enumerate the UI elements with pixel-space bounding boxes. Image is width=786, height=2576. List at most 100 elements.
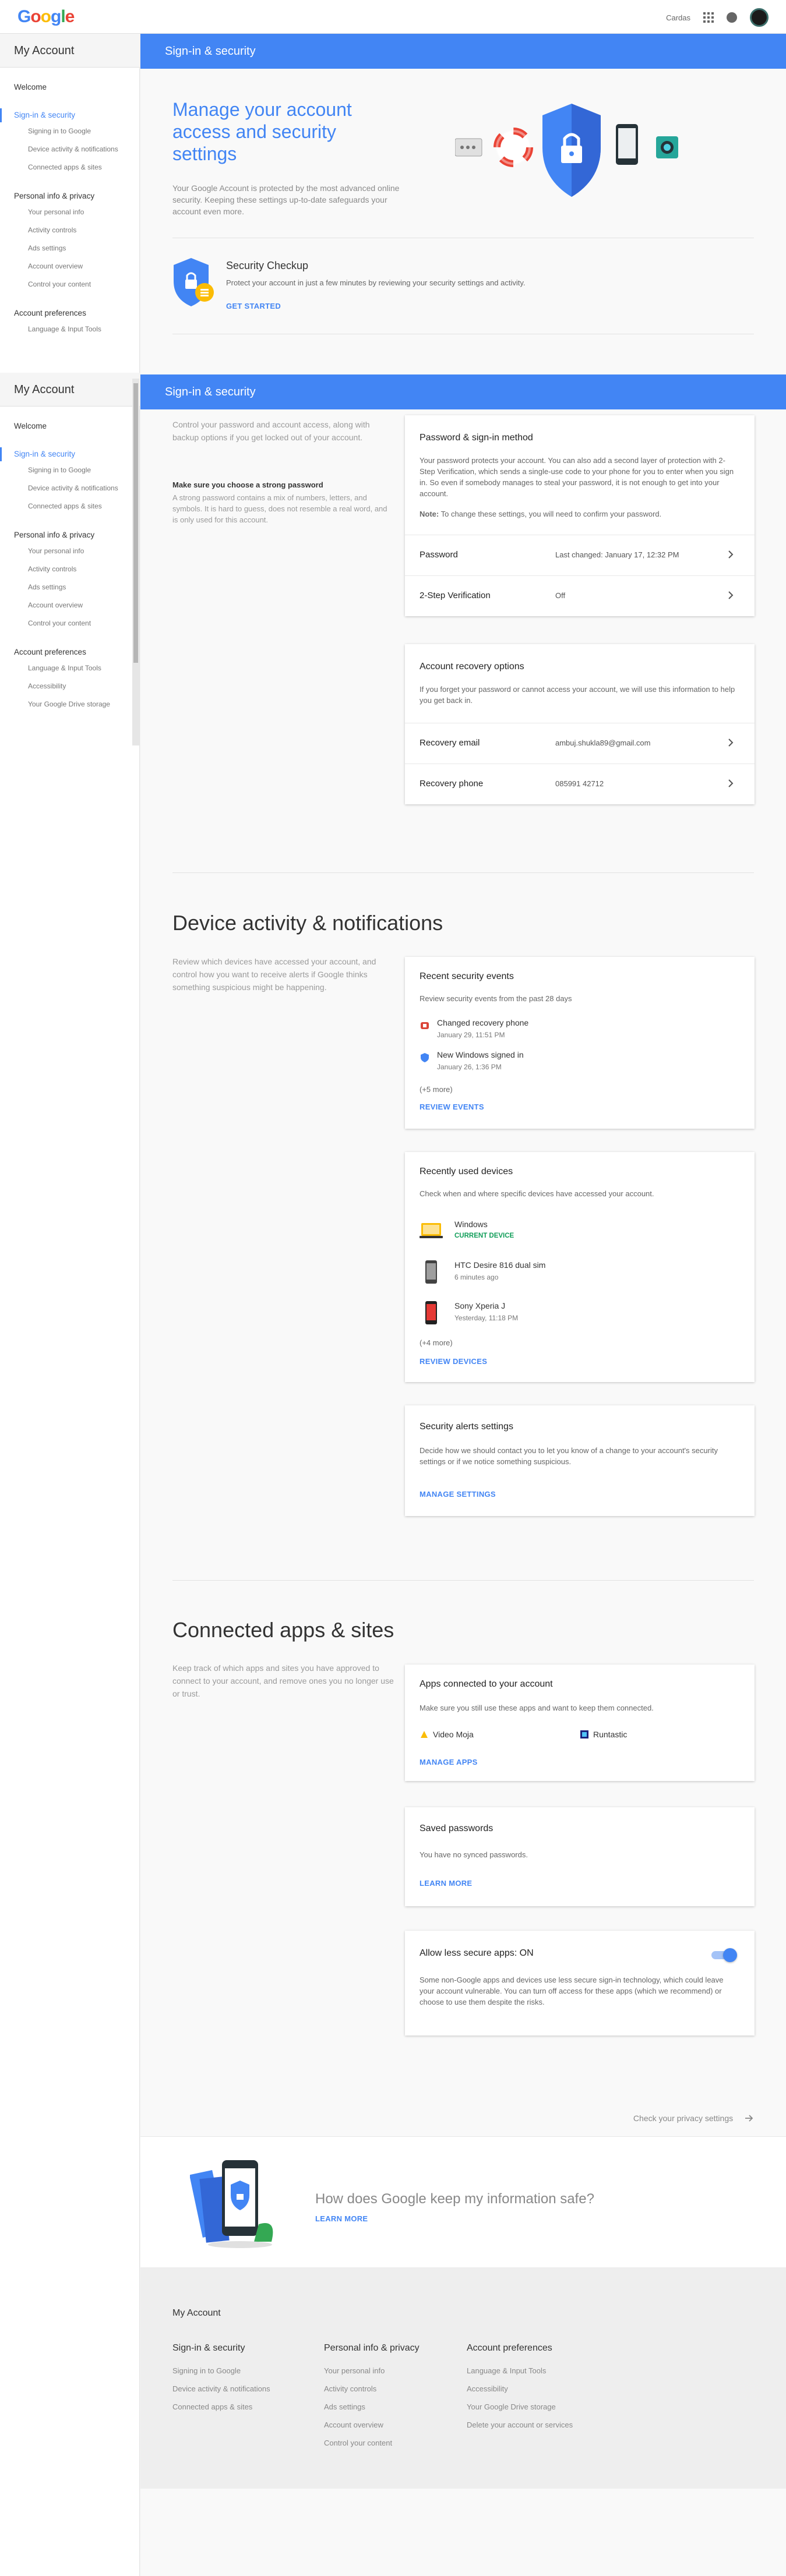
event-title: New Windows signed in	[437, 1050, 524, 1059]
sidebar-item-device-activity[interactable]: Device activity & notifications	[0, 479, 140, 497]
connected-apps-title: Connected apps & sites	[172, 1618, 394, 1642]
divider	[172, 1580, 754, 1581]
sidebar-item-drive-storage[interactable]: Your Google Drive storage	[0, 695, 140, 713]
top-bar: Google Cardas	[0, 0, 786, 34]
row-value: 085991 42712	[555, 779, 604, 788]
sidebar-item-language[interactable]: Language & Input Tools	[0, 320, 140, 338]
security-event[interactable]: New Windows signed in January 26, 1:36 P…	[420, 1050, 711, 1079]
device-item[interactable]: Windows CURRENT DEVICE	[420, 1217, 711, 1252]
footer-link[interactable]: Your Google Drive storage	[467, 2398, 601, 2416]
footer-link[interactable]: Ads settings	[324, 2398, 458, 2416]
sidebar-item-account-preferences[interactable]: Account preferences	[0, 645, 140, 659]
avatar[interactable]	[750, 8, 769, 27]
sidebar-item-signin-security[interactable]: Sign-in & security	[0, 447, 140, 461]
device-item[interactable]: HTC Desire 816 dual sim 6 minutes ago	[420, 1258, 711, 1293]
card-title: Allow less secure apps: ON	[420, 1948, 534, 1958]
card-title: Recently used devices	[420, 1167, 513, 1176]
info-safe-learn-more[interactable]: LEARN MORE	[315, 2214, 368, 2223]
checkup-title: Security Checkup	[226, 260, 309, 271]
footer-link[interactable]: Language & Input Tools	[467, 2362, 601, 2380]
recent-devices-card: Recently used devices Check when and whe…	[405, 1152, 755, 1382]
shield-event-icon	[421, 1053, 429, 1062]
row-label: Recovery phone	[420, 779, 484, 789]
sidebar-scrollbar[interactable]	[132, 379, 139, 745]
sidebar-item-control-content[interactable]: Control your content	[0, 275, 140, 294]
review-devices-link[interactable]: REVIEW DEVICES	[420, 1357, 487, 1366]
strong-password-text: A strong password contains a mix of numb…	[172, 493, 387, 524]
sidebar-item-personal-info[interactable]: Personal info & privacy	[0, 528, 140, 542]
notifications-icon[interactable]	[727, 12, 737, 23]
sidebar-item-connected-apps[interactable]: Connected apps & sites	[0, 158, 140, 176]
sidebar-nav-top: My Account Welcome Sign-in & security Si…	[0, 34, 140, 338]
footer-link[interactable]: Accessibility	[467, 2380, 601, 2398]
sidebar-item-activity-controls[interactable]: Activity controls	[0, 221, 140, 239]
sidebar-item-activity-controls[interactable]: Activity controls	[0, 560, 140, 578]
security-events-card: Recent security events Review security e…	[405, 957, 755, 1129]
footer-heading[interactable]: Account preferences	[467, 2343, 601, 2354]
signin-intro: Control your password and account access…	[172, 420, 370, 442]
sidebar-item-account-overview[interactable]: Account overview	[0, 257, 140, 275]
footer-link[interactable]: Account overview	[324, 2416, 458, 2434]
sidebar-item-welcome[interactable]: Welcome	[0, 419, 140, 433]
footer-link[interactable]: Device activity & notifications	[172, 2380, 306, 2398]
footer-heading[interactable]: Sign-in & security	[172, 2343, 306, 2354]
sidebar-item-control-content[interactable]: Control your content	[0, 614, 140, 632]
card-text: Review security events from the past 28 …	[420, 994, 572, 1003]
divider	[172, 872, 754, 873]
sidebar-item-device-activity[interactable]: Device activity & notifications	[0, 140, 140, 158]
connected-app[interactable]: Runtastic	[593, 1730, 627, 1739]
sidebar-item-welcome[interactable]: Welcome	[0, 80, 140, 94]
footer-link[interactable]: Your personal info	[324, 2362, 458, 2380]
device-activity-title: Device activity & notifications	[172, 911, 443, 935]
device-item[interactable]: Sony Xperia J Yesterday, 11:18 PM	[420, 1299, 711, 1334]
row-value: Last changed: January 17, 12:32 PM	[555, 550, 679, 559]
password-row[interactable]: Password Last changed: January 17, 12:32…	[405, 535, 755, 575]
sidebar-item-ads-settings[interactable]: Ads settings	[0, 239, 140, 257]
sidebar-item-connected-apps[interactable]: Connected apps & sites	[0, 497, 140, 515]
phone-security-illustration	[190, 2160, 273, 2248]
connected-app[interactable]: Video Moja	[433, 1730, 474, 1739]
device-name: HTC Desire 816 dual sim	[454, 1260, 546, 1270]
sidebar-item-signing-in[interactable]: Signing in to Google	[0, 461, 140, 479]
less-secure-apps-toggle[interactable]	[711, 1948, 737, 1962]
get-started-link[interactable]: GET STARTED	[226, 302, 281, 310]
account-name-link[interactable]: Cardas	[666, 13, 690, 22]
two-step-row[interactable]: 2-Step Verification Off	[405, 575, 755, 616]
sidebar-item-accessibility[interactable]: Accessibility	[0, 677, 140, 695]
sidebar-item-account-overview[interactable]: Account overview	[0, 596, 140, 614]
note-text: To change these settings, you will need …	[439, 510, 662, 518]
note-label: Note:	[420, 510, 439, 518]
runtastic-icon	[580, 1730, 588, 1738]
event-title: Changed recovery phone	[437, 1018, 529, 1027]
apps-grid-icon[interactable]	[703, 12, 714, 23]
sidebar-item-ads-settings[interactable]: Ads settings	[0, 578, 140, 596]
event-time: January 26, 1:36 PM	[437, 1063, 502, 1071]
footer-link[interactable]: Signing in to Google	[172, 2362, 306, 2380]
review-events-link[interactable]: REVIEW EVENTS	[420, 1103, 484, 1111]
sidebar-item-personal-info[interactable]: Personal info & privacy	[0, 189, 140, 203]
sidebar-item-your-personal-info[interactable]: Your personal info	[0, 542, 140, 560]
manage-settings-link[interactable]: MANAGE SETTINGS	[420, 1490, 496, 1499]
footer-link[interactable]: Activity controls	[324, 2380, 458, 2398]
recovery-email-row[interactable]: Recovery email ambuj.shukla89@gmail.com	[405, 723, 755, 764]
chevron-right-icon	[728, 738, 734, 747]
footer-link[interactable]: Control your content	[324, 2434, 458, 2452]
phone-event-icon	[421, 1022, 429, 1029]
footer-link[interactable]: Connected apps & sites	[172, 2398, 306, 2416]
sidebar-title: My Account	[0, 34, 140, 68]
footer-heading[interactable]: Personal info & privacy	[324, 2343, 458, 2354]
footer-link[interactable]: Delete your account or services	[467, 2416, 601, 2434]
manage-apps-link[interactable]: MANAGE APPS	[420, 1758, 478, 1766]
sidebar-item-account-preferences[interactable]: Account preferences	[0, 306, 140, 320]
sidebar-item-your-personal-info[interactable]: Your personal info	[0, 203, 140, 221]
sidebar-item-signing-in[interactable]: Signing in to Google	[0, 122, 140, 140]
sidebar-item-signin-security[interactable]: Sign-in & security	[0, 108, 140, 122]
recovery-phone-row[interactable]: Recovery phone 085991 42712	[405, 764, 755, 804]
learn-more-link[interactable]: LEARN MORE	[420, 1879, 472, 1888]
privacy-settings-link[interactable]: Check your privacy settings	[633, 2113, 754, 2123]
recovery-options-card: Account recovery options If you forget y…	[405, 644, 755, 804]
security-event[interactable]: Changed recovery phone January 29, 11:51…	[420, 1018, 711, 1047]
google-logo[interactable]: Google	[17, 7, 75, 27]
sidebar-item-language[interactable]: Language & Input Tools	[0, 659, 140, 677]
strong-password-heading: Make sure you choose a strong password	[172, 480, 323, 489]
